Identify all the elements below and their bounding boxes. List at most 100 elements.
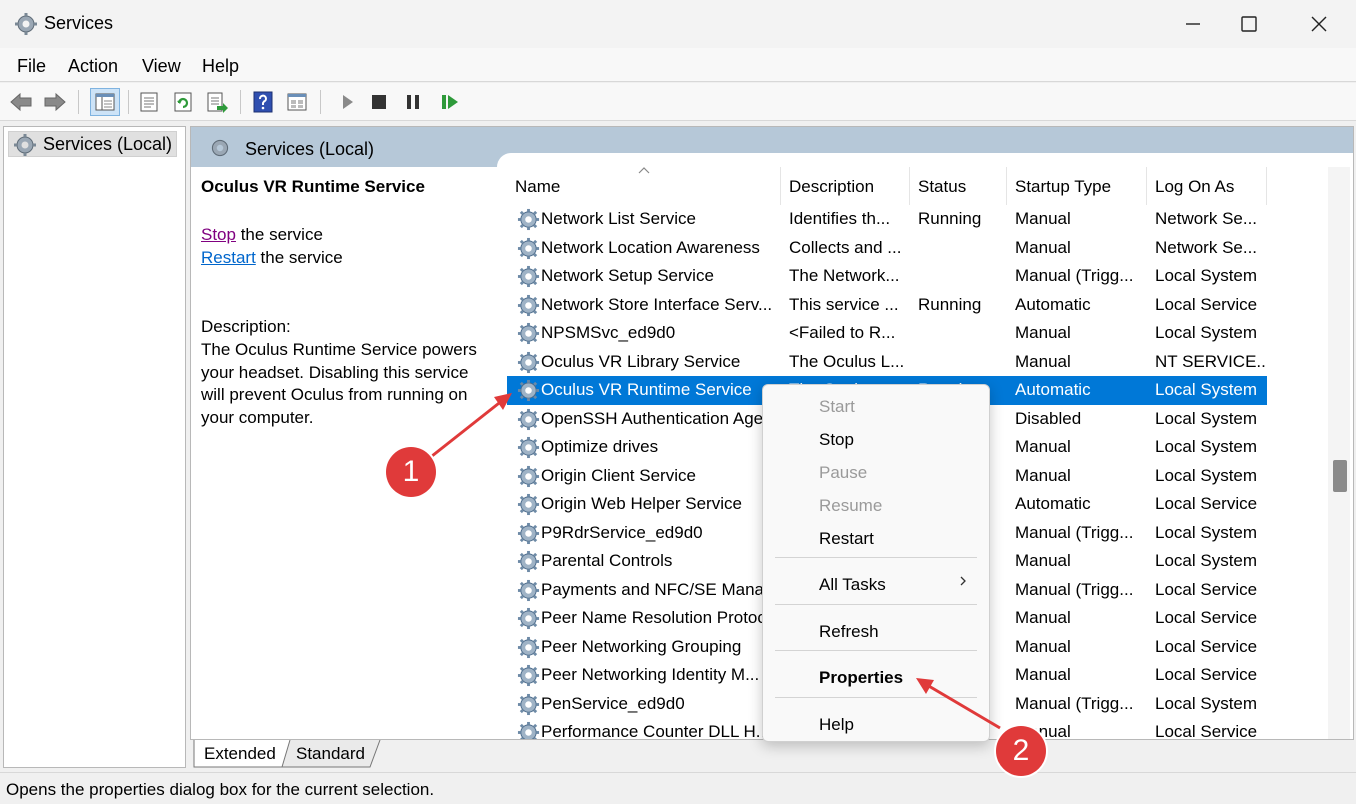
back-button[interactable] — [8, 89, 34, 115]
cell-log-on-as: Local Service — [1155, 722, 1258, 739]
cell-description: The Oculus L... — [789, 351, 905, 371]
help-button[interactable] — [250, 89, 276, 115]
view-button[interactable] — [284, 89, 310, 115]
cell-startup-type: Disabled — [1015, 408, 1082, 428]
service-gear-icon — [517, 579, 540, 601]
status-text: Opens the properties dialog box for the … — [6, 780, 435, 799]
cell-description: <Failed to R... — [789, 323, 896, 342]
cell-name: Peer Networking Grouping — [541, 636, 742, 656]
menu-view[interactable]: View — [142, 56, 181, 77]
properties-button[interactable] — [136, 89, 162, 115]
context-menu-separator — [775, 650, 977, 651]
cell-startup-type: Manual — [1015, 665, 1071, 684]
column-name[interactable]: Name — [507, 167, 781, 205]
context-menu-properties[interactable]: Properties — [819, 668, 903, 688]
service-row[interactable]: Oculus VR Library Service The Oculus L...… — [507, 348, 1267, 377]
cell-startup-type: Manual (Trigg... — [1015, 266, 1134, 285]
export-list-button[interactable] — [204, 89, 230, 115]
gear-icon — [15, 13, 37, 35]
context-menu-stop[interactable]: Stop — [819, 430, 854, 450]
vertical-scrollbar[interactable] — [1328, 167, 1350, 739]
start-service-button[interactable] — [334, 89, 360, 115]
cell-status: Running — [918, 209, 982, 228]
restart-service-link[interactable]: Restart — [201, 248, 256, 267]
selected-service-title: Oculus VR Runtime Service — [201, 177, 425, 196]
service-row[interactable]: Network Setup Service The Network... Manua… — [507, 262, 1267, 291]
maximize-button[interactable] — [1226, 0, 1272, 48]
column-header-row: Name Description Status Startup Type Log… — [507, 167, 1327, 205]
service-row[interactable]: NPSMSvc_ed9d0 <Failed to R... Manual Local … — [507, 319, 1267, 348]
view-icon — [287, 93, 307, 111]
cell-description: Collects and ... — [789, 237, 902, 257]
column-log-on-as[interactable]: Log On As — [1147, 167, 1267, 205]
cell-log-on-as: Local System — [1155, 437, 1258, 456]
tree-item-services-local[interactable]: Services (Local) — [8, 131, 178, 157]
cell-name: Parental Controls — [541, 551, 673, 570]
pane-header-title: Services (Local) — [245, 139, 375, 159]
restart-service-button[interactable] — [436, 89, 462, 115]
description-label: Description: — [201, 317, 291, 336]
view-tabs: Extended Standard — [190, 740, 690, 768]
restart-suffix: the service — [255, 248, 343, 267]
context-menu-all-tasks[interactable]: All Tasks — [819, 575, 886, 595]
tab-standard[interactable]: Standard — [296, 740, 365, 767]
stop-service-button[interactable] — [366, 89, 392, 115]
context-menu-refresh[interactable]: Refresh — [819, 622, 879, 642]
context-menu-separator — [775, 604, 977, 605]
column-startup-type[interactable]: Startup Type — [1007, 167, 1147, 205]
cell-startup-type: Manual — [1015, 608, 1071, 627]
pause-service-button[interactable] — [400, 89, 426, 115]
service-gear-icon — [517, 664, 540, 687]
column-status[interactable]: Status — [910, 167, 1007, 205]
column-description[interactable]: Description — [781, 167, 910, 205]
header-notch — [497, 153, 1353, 167]
stop-icon — [372, 95, 386, 109]
cell-description: Identifies th... — [789, 209, 891, 228]
cell-startup-type: Manual — [1015, 237, 1071, 257]
stop-service-link[interactable]: Stop — [201, 225, 236, 244]
cell-log-on-as: Local Service — [1155, 665, 1258, 684]
refresh-icon — [174, 92, 192, 112]
context-menu-start: Start — [819, 397, 855, 416]
forward-button[interactable] — [42, 89, 68, 115]
close-button[interactable] — [1296, 0, 1342, 48]
context-menu-pause: Pause — [819, 463, 868, 482]
service-row[interactable]: Network List Service Identifies th... Runn… — [507, 205, 1267, 234]
title-bar: Services — [0, 0, 1356, 48]
show-hide-console-tree-button[interactable] — [90, 88, 120, 116]
cell-name: P9RdrService_ed9d0 — [541, 522, 703, 542]
service-gear-icon — [517, 265, 540, 288]
service-row[interactable]: Network Store Interface Serv... This serv… — [507, 291, 1267, 320]
cell-description: This service ... — [789, 294, 899, 314]
service-gear-icon — [517, 721, 540, 739]
cell-name: Oculus VR Runtime Service — [541, 380, 752, 399]
service-gear-icon — [517, 208, 540, 231]
context-menu-help[interactable]: Help — [819, 715, 854, 735]
cell-log-on-as: Local Service — [1155, 636, 1258, 656]
cell-log-on-as: Local System — [1155, 266, 1258, 285]
console-tree-pane: Services (Local) — [3, 126, 186, 768]
menu-help[interactable]: Help — [202, 56, 239, 77]
console-tree-icon — [95, 93, 115, 111]
service-gear-icon — [517, 408, 540, 430]
service-row[interactable]: Network Location Awareness Collects and .… — [507, 234, 1267, 263]
cell-name: Network Location Awareness — [541, 237, 760, 257]
menu-action[interactable]: Action — [68, 56, 118, 77]
tab-extended[interactable]: Extended — [204, 740, 276, 767]
service-gear-icon — [517, 294, 540, 316]
callout-badge-2: 2 — [996, 726, 1046, 776]
service-gear-icon — [517, 322, 540, 345]
context-menu-separator — [775, 697, 977, 698]
minimize-button[interactable] — [1170, 0, 1216, 48]
cell-name: Payments and NFC/SE Manager — [541, 579, 773, 599]
service-gear-icon — [517, 550, 540, 573]
scrollbar-thumb[interactable] — [1333, 460, 1347, 492]
refresh-button[interactable] — [170, 89, 196, 115]
extended-description-panel: Oculus VR Runtime Service Stop the servi… — [191, 167, 497, 739]
service-gear-icon — [517, 379, 540, 402]
cell-startup-type: Manual — [1015, 551, 1071, 570]
service-gear-icon — [517, 693, 540, 715]
menu-file[interactable]: File — [17, 56, 46, 77]
context-menu-restart[interactable]: Restart — [819, 529, 874, 549]
cell-startup-type: Manual (Trigg... — [1015, 522, 1134, 542]
